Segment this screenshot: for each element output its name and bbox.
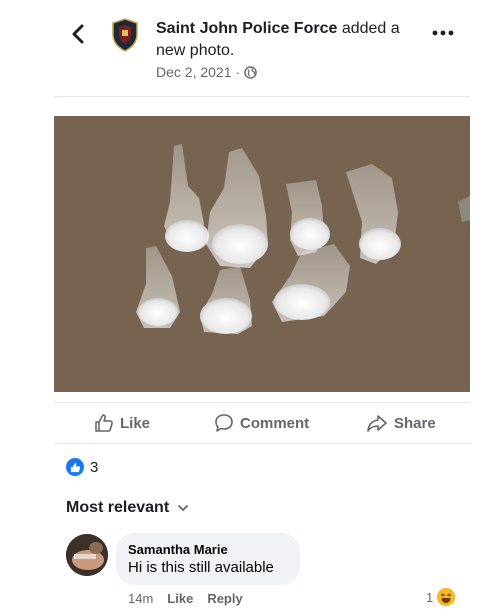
- sort-label: Most relevant: [66, 499, 170, 516]
- more-options-button[interactable]: [432, 20, 454, 41]
- back-button[interactable]: [66, 22, 90, 46]
- comment-reaction-count: 1: [426, 589, 434, 605]
- post-title: Saint John Police Force added a new phot…: [156, 18, 426, 62]
- post-actions-bar: Like Comment Share: [54, 402, 470, 444]
- share-button[interactable]: Share: [366, 413, 436, 433]
- ellipsis-icon: [432, 30, 454, 36]
- comment-time[interactable]: 14m: [128, 591, 153, 606]
- like-button[interactable]: Like: [94, 413, 150, 433]
- like-label: Like: [120, 414, 151, 432]
- post-meta: Dec 2, 2021 ·: [156, 64, 257, 80]
- avatar[interactable]: [66, 534, 108, 576]
- haha-reaction-icon: [437, 588, 456, 606]
- comment-like-button[interactable]: Like: [167, 591, 193, 606]
- photo-image: [54, 116, 470, 392]
- comment-button[interactable]: Comment: [214, 413, 309, 433]
- reaction-count: 3: [90, 458, 99, 476]
- chevron-down-icon: [178, 505, 189, 512]
- comment-text: Hi is this still available: [128, 559, 274, 576]
- chevron-left-icon: [72, 24, 84, 44]
- post-date[interactable]: Dec 2, 2021: [156, 64, 232, 80]
- comment-bubble: Samantha Marie Hi is this still availabl…: [116, 533, 300, 585]
- comment-reactions[interactable]: 1: [426, 588, 456, 606]
- comment-reply-button[interactable]: Reply: [207, 591, 242, 606]
- page-name-link[interactable]: Saint John Police Force: [156, 20, 337, 37]
- header-divider: [54, 96, 470, 97]
- like-reaction-icon: [66, 458, 84, 476]
- page-logo[interactable]: [110, 18, 140, 52]
- thumbs-up-icon: [95, 414, 113, 432]
- comment-sort-dropdown[interactable]: Most relevant: [66, 499, 189, 517]
- share-arrow-icon: [367, 415, 387, 432]
- meta-separator: ·: [235, 64, 241, 80]
- comment-meta: 14m Like Reply: [128, 591, 243, 606]
- comment-bubble-icon: [215, 414, 233, 432]
- share-label: Share: [394, 414, 436, 432]
- reactions-summary[interactable]: 3: [66, 458, 98, 476]
- comment-author[interactable]: Samantha Marie: [128, 541, 288, 558]
- post-photo[interactable]: [54, 116, 470, 392]
- police-badge-icon: [112, 18, 138, 52]
- globe-icon: [244, 65, 257, 79]
- post-header: Saint John Police Force added a new phot…: [0, 0, 500, 100]
- comment-label: Comment: [240, 414, 310, 432]
- avatar-image: [66, 534, 108, 576]
